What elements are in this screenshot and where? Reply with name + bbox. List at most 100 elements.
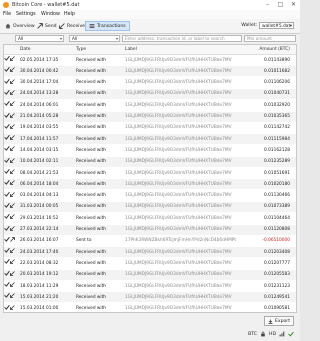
transactions-button[interactable]: Transactions	[85, 21, 130, 31]
main-window: Bitcoin Core - wallet#5.dat – □ ✕ File S…	[0, 0, 300, 341]
table-row[interactable]: 29.03.2014 16:52 Received with 1GLJUMDJ9GL…	[4, 213, 296, 223]
menu-settings[interactable]: Settings	[16, 12, 36, 17]
menu-file[interactable]: File	[3, 12, 11, 17]
wallet-select[interactable]: wallet#5.dat ▾	[259, 22, 294, 29]
row-label: 1GLJUMDJ9GLFRUJv9O3dmVFUfhUHHXTUBde7MV	[125, 125, 232, 131]
receive-icon	[59, 23, 65, 29]
row-amount: 0.01207777	[264, 260, 290, 266]
row-amount: 0.01249541	[264, 294, 290, 300]
close-button[interactable]: ✕	[287, 0, 300, 10]
table-row[interactable]: 18.03.2014 11:29 Received with 1GLJUMDJ9GL…	[4, 281, 296, 291]
table-row[interactable]: 19.04.2014 03:55 Received with 1GLJUMDJ9GL…	[4, 123, 296, 133]
type-filter-select[interactable]: All ▾	[69, 35, 120, 42]
column-label[interactable]: Label	[125, 47, 137, 52]
row-date: 31.03.2014 00:05	[20, 204, 59, 210]
row-type: Received with	[76, 170, 107, 176]
row-label: 1GLJUMDJ9GLFRUJv9O3dmVFUfhUHHXTUBde7MV	[125, 306, 232, 312]
row-amount: 0.01235289	[264, 159, 290, 165]
overview-button[interactable]: Overview	[2, 21, 38, 31]
table-row[interactable]: 27.03.2014 22:14 Received with 1GLJUMDJ9GL…	[4, 224, 296, 235]
table-row[interactable]: 08.04.2014 21:53 Received with 1GLJUMDJ9GL…	[4, 168, 296, 178]
search-input[interactable]: Enter address, transaction id, or label …	[122, 35, 242, 42]
row-label: 1GLJUMDJ9GLFRUJv9O3dmVFUfhUHHXTUBde7MV	[125, 57, 232, 63]
table-row[interactable]: 20.03.2014 19:12 Received with 1GLJUMDJ9GL…	[4, 269, 296, 280]
row-label: 1GLJUMDJ9GLFRUJv9O3dmVFUfhUHHXTUBde7MV	[125, 136, 232, 142]
row-label: 1GLJUMDJ9GLFRUJv9O3dmVFUfhUHHXTUBde7MV	[125, 294, 232, 300]
minimize-button[interactable]: –	[261, 0, 274, 10]
unit-selector[interactable]: BTC	[248, 332, 257, 337]
receive-button[interactable]: Receive	[56, 21, 88, 31]
table-row[interactable]: 31.03.2014 00:05 Received with 1GLJUMDJ9GL…	[4, 201, 296, 212]
row-date: 24.04.2014 06:01	[20, 102, 59, 108]
synced-check-icon	[288, 331, 294, 337]
row-date: 14.04.2014 03:15	[20, 147, 59, 153]
filter-bar: All ▾ All ▾ Enter address, transaction i…	[3, 35, 297, 43]
row-date: 08.04.2014 21:53	[20, 170, 59, 176]
table-row[interactable]: 17.04.2014 11:57 Received with 1GLJUMDJ9GL…	[4, 134, 296, 145]
receive-icon	[10, 203, 15, 208]
row-type: Received with	[76, 272, 107, 278]
row-type: Received with	[76, 136, 107, 142]
table-row[interactable]: 15.03.2014 01:00 Received with 1GLJUMDJ9GL…	[4, 304, 296, 312]
row-amount: 0.01203408	[264, 249, 290, 255]
bitcoin-logo-icon	[3, 2, 9, 8]
date-filter-value: All	[18, 36, 24, 41]
row-date: 10.04.2014 02:11	[20, 159, 59, 165]
wallet-value: wallet#5.dat	[262, 24, 291, 29]
row-amount: 0.01106206	[264, 80, 290, 86]
table-row[interactable]: 26.03.2014 16:07 Sent to 17PhK3RWNZBkh6RTc…	[4, 236, 296, 246]
row-label: 1GLJUMDJ9GLFRUJv9O3dmVFUfhUHHXTUBde7MV	[125, 102, 232, 108]
row-amount: 0.01073389	[264, 204, 290, 210]
row-type: Sent to	[76, 238, 92, 244]
row-amount: 0.01020180	[264, 181, 290, 187]
receive-icon	[10, 169, 15, 174]
date-filter-select[interactable]: All ▾	[15, 35, 64, 42]
table-row[interactable]: 30.04.2014 17:04 Received with 1GLJUMDJ9GL…	[4, 78, 296, 88]
row-date: 29.03.2014 16:52	[20, 215, 59, 221]
receive-icon	[10, 90, 15, 95]
row-label: 1GLJUMDJ9GLFRUJv9O3dmVFUfhUHHXTUBde7MV	[125, 170, 232, 176]
row-type: Received with	[76, 227, 107, 232]
maximize-button[interactable]: □	[274, 0, 287, 10]
wallet-label: Wallet:	[241, 23, 257, 28]
receive-icon	[10, 214, 15, 220]
receive-icon	[10, 191, 15, 197]
receive-icon	[10, 56, 15, 61]
table-row[interactable]: 03.04.2014 04:13 Received with 1GLJUMDJ9GL…	[4, 191, 296, 201]
table-row[interactable]: 24.04.2014 13:28 Received with 1GLJUMDJ9GL…	[4, 88, 296, 99]
receive-icon	[10, 259, 15, 265]
table-row[interactable]: 30.04.2014 00:42 Received with 1GLJUMDJ9GL…	[4, 66, 296, 77]
row-date: 21.04.2014 05:28	[20, 114, 59, 119]
row-type: Received with	[76, 91, 107, 97]
table-row[interactable]: 22.03.2014 08:32 Received with 1GLJUMDJ9GL…	[4, 258, 296, 268]
receive-icon	[10, 225, 15, 231]
table-row[interactable]: 24.03.2014 17:40 Received with 1GLJUMDJ9GL…	[4, 247, 296, 258]
table-row[interactable]: 21.04.2014 05:28 Received with 1GLJUMDJ9GL…	[4, 111, 296, 122]
row-date: 15.03.2014 21:20	[20, 294, 59, 300]
table-row[interactable]: 24.04.2014 06:01 Received with 1GLJUMDJ9GL…	[4, 100, 296, 110]
table-row[interactable]: 06.04.2014 18:04 Received with 1GLJUMDJ9GL…	[4, 179, 296, 190]
table-row[interactable]: 14.04.2014 03:15 Received with 1GLJUMDJ9GL…	[4, 145, 296, 155]
column-type[interactable]: Type	[76, 47, 86, 52]
row-label: 17PhK3RWNZBkh6RTcJmjFmHnYPd2nNcD4b6dHMPt	[125, 238, 237, 244]
receive-icon	[10, 270, 15, 276]
row-type: Received with	[76, 102, 107, 108]
column-amount[interactable]: Amount (BTC)	[259, 47, 290, 52]
table-row[interactable]: 10.04.2014 02:11 Received with 1GLJUMDJ9GL…	[4, 156, 296, 167]
menu-help[interactable]: Help	[64, 12, 75, 17]
export-button[interactable]: Export	[263, 316, 294, 326]
column-date[interactable]: Date	[20, 47, 31, 52]
min-amount-input[interactable]: Min amount	[244, 35, 296, 42]
transactions-table: Date Type Label Amount (BTC) 02.05.2014 …	[3, 44, 297, 313]
row-amount: 0.01011682	[264, 68, 290, 74]
row-label: 1GLJUMDJ9GLFRUJv9O3dmVFUfhUHHXTUBde7MV	[125, 91, 232, 97]
row-date: 30.04.2014 17:04	[20, 80, 59, 86]
row-type: Received with	[76, 215, 107, 221]
row-label: 1GLJUMDJ9GLFRUJv9O3dmVFUfhUHHXTUBde7MV	[125, 272, 232, 278]
row-amount: 0.01051691	[264, 170, 290, 176]
table-row[interactable]: 15.03.2014 21:20 Received with 1GLJUMDJ9GL…	[4, 292, 296, 303]
menu-window[interactable]: Window	[41, 12, 60, 17]
row-amount: 0.01120808	[264, 227, 290, 232]
receive-icon	[10, 180, 15, 186]
table-row[interactable]: 02.05.2014 17:35 Received with 1GLJUMDJ9GL…	[4, 55, 296, 65]
